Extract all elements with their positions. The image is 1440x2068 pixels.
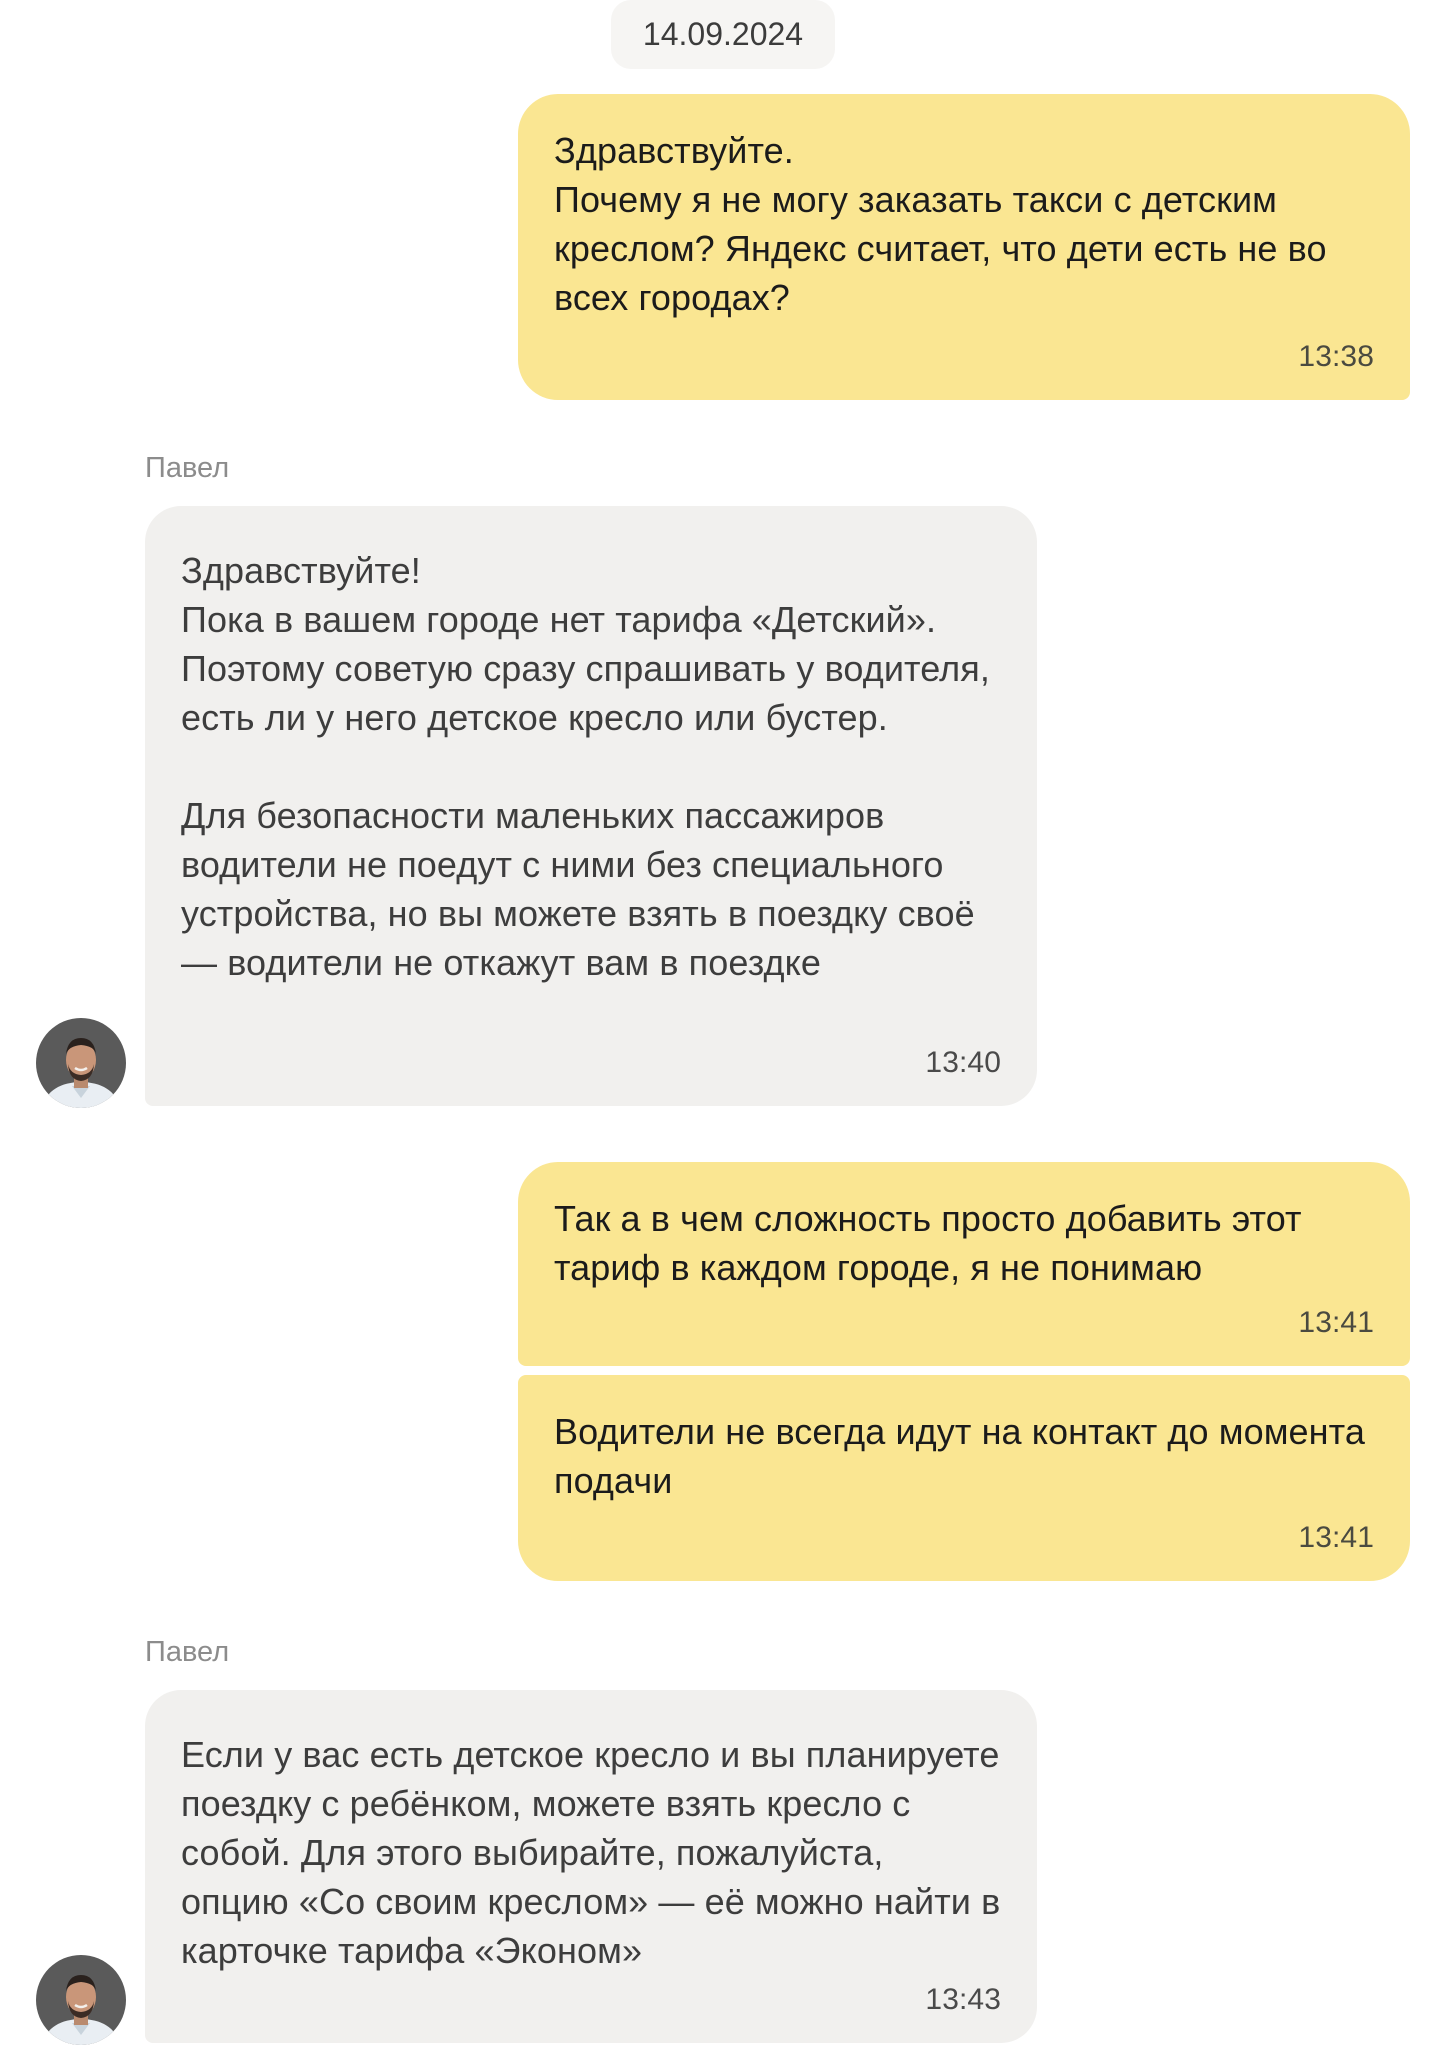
- message-time: 13:38: [1298, 340, 1374, 373]
- message-time: 13:43: [925, 1983, 1001, 2016]
- sender-name: Павел: [145, 1636, 230, 1668]
- outgoing-message: Здравствуйте. Почему я не могу заказать …: [518, 94, 1410, 400]
- avatar-photo-icon: [36, 1018, 126, 1108]
- message-text: Если у вас есть детское кресло и вы план…: [181, 1734, 1011, 1971]
- outgoing-message: Водители не всегда идут на контакт до мо…: [518, 1375, 1410, 1581]
- message-time: 13:41: [1298, 1521, 1374, 1554]
- message-text: Так а в чем сложность просто добавить эт…: [554, 1198, 1312, 1288]
- message-text: Здравствуйте! Пока в вашем городе нет та…: [181, 550, 990, 983]
- operator-avatar[interactable]: [36, 1955, 126, 2045]
- incoming-message: Если у вас есть детское кресло и вы план…: [145, 1690, 1037, 2043]
- message-text: Здравствуйте. Почему я не могу заказать …: [554, 130, 1327, 318]
- incoming-message: Здравствуйте! Пока в вашем городе нет та…: [145, 506, 1037, 1106]
- message-time: 13:40: [925, 1046, 1001, 1079]
- avatar-photo-icon: [36, 1955, 126, 2045]
- operator-avatar[interactable]: [36, 1018, 126, 1108]
- message-time: 13:41: [1298, 1306, 1374, 1339]
- outgoing-message: Так а в чем сложность просто добавить эт…: [518, 1162, 1410, 1366]
- date-separator: 14.09.2024: [611, 0, 835, 69]
- message-text: Водители не всегда идут на контакт до мо…: [554, 1411, 1376, 1501]
- sender-name: Павел: [145, 452, 230, 484]
